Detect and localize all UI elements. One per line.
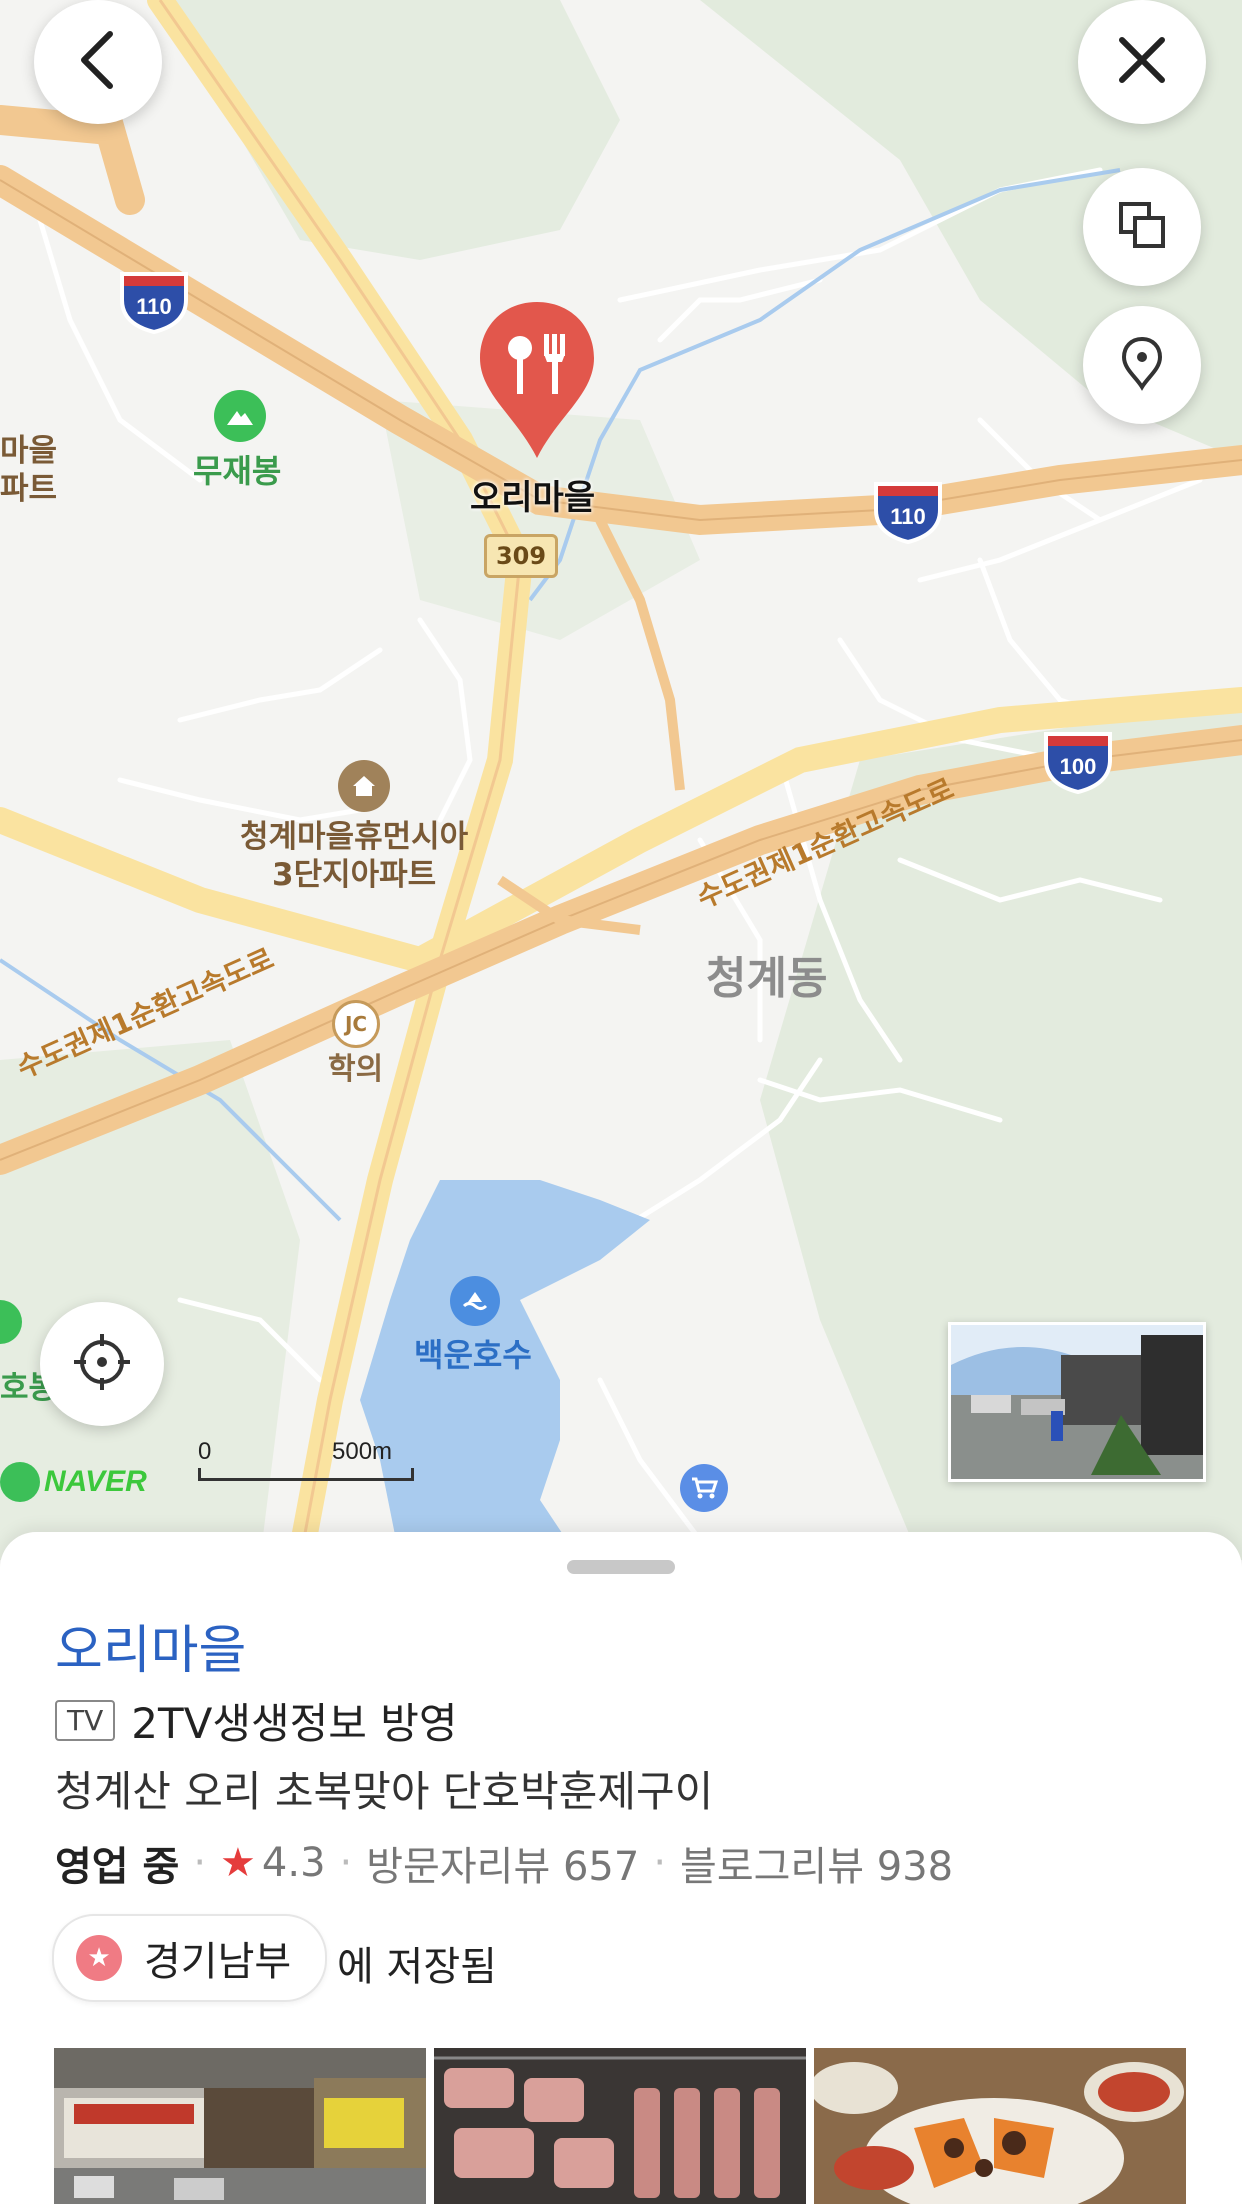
layers-icon <box>1117 200 1167 254</box>
mart-icon <box>680 1464 728 1512</box>
restaurant-marker[interactable] <box>476 298 598 462</box>
route-100-shield: 100 <box>1044 732 1112 795</box>
sheet-drag-handle[interactable] <box>567 1560 675 1574</box>
naver-logo: NAVER <box>0 1462 147 1502</box>
map-view[interactable]: 수도권제1순환고속도로 수도권제1순환고속도로 무재봉 청계마을휴먼시아 3단지… <box>0 0 1242 1560</box>
apartment-icon <box>338 760 390 812</box>
location-pin-icon <box>1120 335 1164 395</box>
saved-list-label: 경기남부 <box>144 1939 292 1985</box>
visitor-reviews-link[interactable]: 방문자리뷰 657 <box>366 1834 639 1892</box>
svg-text:110: 110 <box>890 504 926 529</box>
lake-icon <box>450 1276 500 1326</box>
place-photo[interactable] <box>814 2048 1186 2204</box>
jc-badge: JC <box>332 1000 380 1048</box>
apartment-label: 청계마을휴먼시아 3단지아파트 <box>240 819 469 893</box>
mountain-icon <box>214 390 266 442</box>
tv-broadcast-text: 2TV생생정보 방영 <box>131 1699 458 1748</box>
scale-zero-label: 0 <box>198 1438 212 1465</box>
pin-button[interactable] <box>1083 306 1201 424</box>
back-button[interactable] <box>34 0 162 124</box>
gps-button[interactable] <box>40 1302 164 1426</box>
open-status: 영업 중 <box>55 1844 180 1890</box>
route-110-shield-east: 110 <box>874 482 942 545</box>
close-button[interactable] <box>1078 0 1206 124</box>
route-110-shield: 110 <box>120 272 188 335</box>
district-label: 청계동 <box>706 953 828 1004</box>
rating-value: 4.3 <box>261 1840 326 1886</box>
star-badge-icon: ★ <box>76 1935 122 1981</box>
star-icon: ★ <box>220 1840 256 1886</box>
jc-name-label: 학의 <box>328 1052 384 1087</box>
mountain-label: 무재봉 <box>193 452 282 490</box>
edge-apartment-label: 마을 파트 <box>0 433 58 507</box>
place-info-sheet[interactable]: 오리마을 TV 2TV생생정보 방영 청계산 오리 초복맞아 단호박훈제구이 영… <box>0 1532 1242 2204</box>
tv-badge: TV <box>55 1700 116 1741</box>
place-description: 청계산 오리 초복맞아 단호박훈제구이 <box>55 1767 714 1816</box>
close-icon <box>1117 35 1167 89</box>
map-scale: 0 500m <box>198 1438 414 1488</box>
saved-suffix-text: 에 저장됨 <box>337 1944 497 1990</box>
scale-distance-label: 500m <box>332 1438 393 1465</box>
blog-reviews-link[interactable]: 블로그리뷰 938 <box>680 1834 953 1892</box>
crosshair-icon <box>72 1332 132 1396</box>
lake-label: 백운호수 <box>414 1336 532 1374</box>
street-view-thumbnail[interactable] <box>948 1322 1206 1482</box>
brand-mountain-icon <box>0 1462 40 1502</box>
place-title[interactable]: 오리마을 <box>55 1608 246 1683</box>
layers-button[interactable] <box>1083 168 1201 286</box>
restaurant-map-label: 오리마을 <box>470 478 596 518</box>
saved-list-chip[interactable]: ★ 경기남부 <box>52 1914 328 2002</box>
svg-text:110: 110 <box>136 294 172 319</box>
place-photo[interactable] <box>54 2048 426 2204</box>
tv-broadcast-row: TV 2TV생생정보 방영 <box>55 1690 458 1751</box>
chevron-left-icon <box>74 30 122 94</box>
place-meta-row: 영업 중 · ★ 4.3 · 방문자리뷰 657 · 블로그리뷰 938 <box>55 1834 953 1892</box>
place-photo[interactable] <box>434 2048 806 2204</box>
svg-text:100: 100 <box>1060 754 1097 779</box>
route-309-badge: 309 <box>484 534 558 578</box>
